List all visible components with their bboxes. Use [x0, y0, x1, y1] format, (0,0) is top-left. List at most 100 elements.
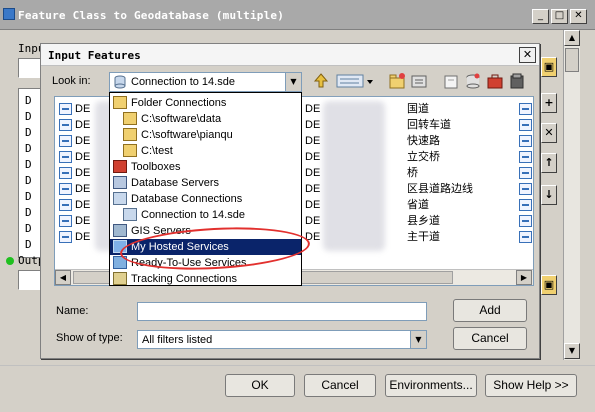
folder-icon [123, 144, 137, 157]
toolbox-icon [113, 160, 127, 173]
feature-class-icon [519, 215, 532, 227]
feature-class-icon [59, 167, 72, 179]
chevron-down-icon[interactable]: ▼ [285, 73, 301, 91]
maximize-button[interactable]: □ [551, 9, 568, 24]
scroll-down-icon[interactable]: ▼ [564, 343, 580, 359]
feature-class-icon [519, 199, 532, 211]
list-item: DE [305, 231, 321, 243]
list-item: DE [305, 119, 321, 131]
list-item: D [25, 94, 32, 107]
add-button[interactable]: Add [453, 299, 527, 322]
move-down-icon[interactable]: ↓ [541, 185, 557, 205]
feature-class-icon [519, 119, 532, 131]
database-connections-icon [113, 192, 127, 205]
list-item: DE [305, 151, 321, 163]
redacted-region [323, 101, 385, 251]
show-type-combo[interactable]: All filters listed ▼ [137, 330, 427, 349]
list-item: DE [305, 103, 321, 115]
folder-icon [123, 112, 137, 125]
add-row-icon[interactable]: + [541, 93, 557, 113]
name-label: Name: [56, 305, 89, 317]
look-in-combo[interactable]: Connection to 14.sde ▼ [109, 72, 302, 92]
scroll-right-icon[interactable]: ▶ [516, 270, 532, 285]
app-root: Feature Class to Geodatabase (multiple) … [0, 0, 595, 412]
ready-services-icon [113, 256, 127, 269]
folder-icon [123, 128, 137, 141]
show-type-label: Show of type: [56, 332, 123, 344]
ok-button[interactable]: OK [225, 374, 295, 397]
look-in-dropdown[interactable]: Folder Connections C:\software\data C:\s… [109, 92, 302, 286]
list-item[interactable]: 回转车道 [407, 117, 451, 133]
outer-title-bar: Feature Class to Geodatabase (multiple) … [0, 0, 595, 30]
show-help-button[interactable]: Show Help >> [485, 374, 577, 397]
close-button[interactable]: ✕ [570, 9, 587, 24]
list-item: D [25, 190, 32, 203]
feature-class-icon [59, 135, 72, 147]
list-item: D [25, 142, 32, 155]
feature-class-icon [519, 231, 532, 243]
app-icon [3, 8, 15, 20]
list-item[interactable]: 国道 [407, 101, 429, 117]
list-item: D [25, 126, 32, 139]
chevron-down-icon[interactable]: ▼ [410, 331, 426, 348]
look-in-value: Connection to 14.sde [131, 76, 235, 88]
view-options-icon[interactable] [335, 71, 375, 91]
output-geodatabase-field[interactable] [18, 270, 42, 290]
remove-row-icon[interactable]: ✕ [541, 123, 557, 143]
up-one-level-icon[interactable] [311, 71, 331, 91]
list-item: D [25, 110, 32, 123]
dialog-close-button[interactable]: ✕ [519, 47, 536, 63]
feature-class-icon [59, 119, 72, 131]
list-item[interactable]: 快速路 [407, 133, 440, 149]
cancel-button[interactable]: Cancel [304, 374, 376, 397]
list-item: D [25, 238, 32, 251]
list-item: D [25, 222, 32, 235]
feature-class-icon [59, 103, 72, 115]
dialog-cancel-button[interactable]: Cancel [453, 327, 527, 350]
feature-class-icon [59, 199, 72, 211]
hosted-services-icon [113, 240, 127, 253]
bottom-button-bar: OK Cancel Environments... Show Help >> [0, 365, 595, 412]
browse-folder-icon[interactable]: ▣ [541, 57, 557, 77]
name-field[interactable] [137, 302, 427, 321]
feature-class-icon [519, 167, 532, 179]
list-item[interactable]: 立交桥 [407, 149, 440, 165]
list-item: D [25, 206, 32, 219]
feature-class-icon [519, 103, 532, 115]
tracking-icon [113, 272, 127, 285]
browse-output-icon[interactable]: ▣ [541, 275, 557, 295]
scroll-up-icon[interactable]: ▲ [564, 30, 580, 46]
list-item: DE [305, 199, 321, 211]
feature-class-icon [519, 183, 532, 195]
connect-folder-icon[interactable] [387, 71, 407, 91]
list-item[interactable]: 区县道路边线 [407, 181, 473, 197]
valid-status-icon [6, 257, 14, 265]
new-folder-icon[interactable] [441, 71, 461, 91]
catalog-icon[interactable] [507, 71, 527, 91]
disconnect-folder-icon[interactable] [409, 71, 429, 91]
dialog-title-bar: Input Features ✕ [41, 44, 539, 66]
list-item: DE [305, 183, 321, 195]
minimize-button[interactable]: _ [532, 9, 549, 24]
scroll-thumb[interactable] [565, 48, 579, 72]
database-server-icon [113, 176, 127, 189]
list-item[interactable]: 桥 [407, 165, 418, 181]
new-database-icon[interactable] [463, 71, 483, 91]
list-item[interactable]: 主干道 [407, 229, 440, 245]
dialog-title: Input Features [48, 49, 141, 62]
list-item: D [25, 158, 32, 171]
look-in-label: Look in: [52, 75, 91, 87]
move-up-icon[interactable]: ↑ [541, 153, 557, 173]
list-item[interactable]: 县乡道 [407, 213, 440, 229]
environments-button[interactable]: Environments... [385, 374, 477, 397]
dropdown-item-my-hosted-services[interactable]: My Hosted Services [110, 239, 301, 255]
feature-class-icon [59, 183, 72, 195]
list-item[interactable]: 省道 [407, 197, 429, 213]
outer-vertical-scrollbar[interactable]: ▲ ▼ [563, 30, 580, 360]
scroll-left-icon[interactable]: ◀ [55, 270, 71, 285]
list-item: DE [305, 135, 321, 147]
toolbox-icon[interactable] [485, 71, 505, 91]
sde-connection-icon [114, 75, 126, 89]
input-features-field[interactable] [18, 58, 42, 78]
input-features-dialog: Input Features ✕ Look in: Connection to … [40, 43, 540, 359]
